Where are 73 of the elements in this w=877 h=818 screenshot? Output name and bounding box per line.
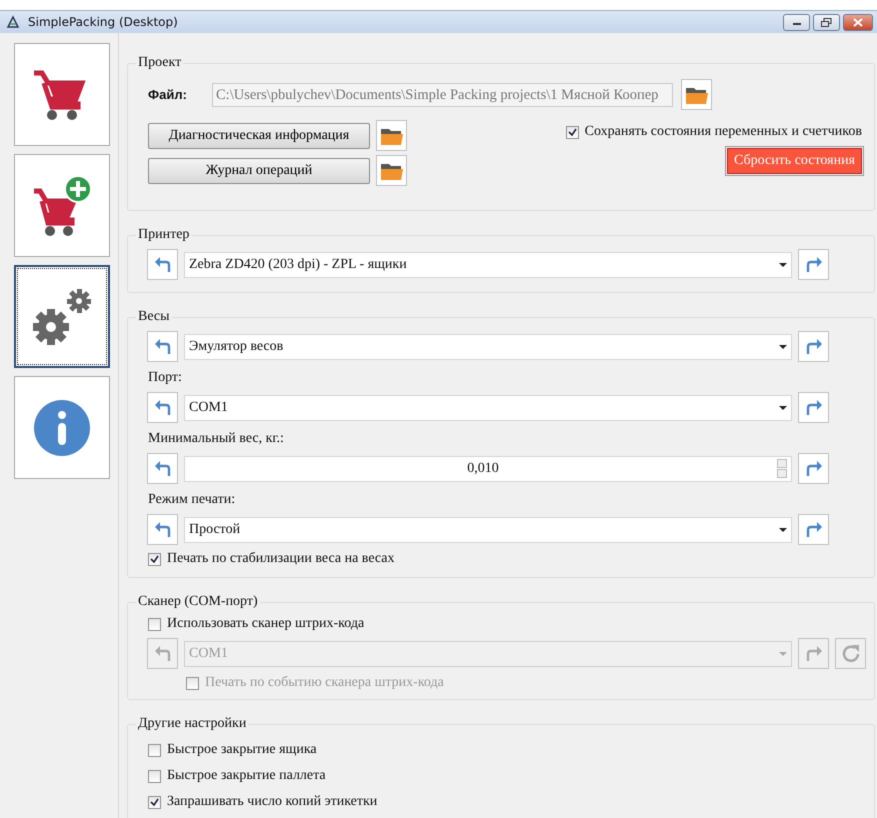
- redo-button[interactable]: [798, 453, 829, 484]
- file-label: Файл:: [147, 87, 188, 102]
- redo-arrow-icon: [806, 460, 822, 476]
- refresh-icon: [840, 642, 862, 664]
- dropdown[interactable]: Простой: [184, 516, 792, 542]
- checkmark-icon: [568, 128, 577, 136]
- caret-icon: [779, 262, 787, 266]
- folder-button[interactable]: [376, 155, 407, 186]
- caret-icon: [779, 406, 787, 410]
- restore-button[interactable]: [813, 14, 840, 30]
- redo-button[interactable]: [798, 392, 829, 423]
- action-button[interactable]: Диагностическая информация: [148, 122, 370, 148]
- stabilization-checkbox[interactable]: Печать по стабилизации веса на весах: [148, 551, 866, 567]
- sidebar-cart-add-button[interactable]: [14, 154, 110, 257]
- field-label: Режим печати:: [148, 492, 236, 508]
- printer-dropdown[interactable]: Zebra ZD420 (203 dpi) - ZPL - ящики: [184, 252, 792, 278]
- dropdown[interactable]: Эмулятор весов: [184, 334, 792, 360]
- info-icon: [34, 400, 90, 456]
- checkmark-icon: [150, 798, 159, 806]
- minimize-button[interactable]: [783, 14, 810, 30]
- group-title: Другие настройки: [137, 716, 248, 732]
- sidebar-info-button[interactable]: [14, 376, 110, 479]
- folder-icon: [380, 126, 402, 144]
- dropdown[interactable]: COM1: [184, 394, 792, 420]
- caret-icon: [779, 652, 787, 656]
- setting-checkbox[interactable]: Быстрое закрытие паллета: [148, 768, 866, 784]
- spinner-icon: [777, 459, 787, 478]
- redo-arrow-icon: [806, 338, 822, 354]
- folder-icon: [380, 162, 402, 180]
- app-icon: [6, 15, 20, 29]
- setting-checkbox[interactable]: Быстрое закрытие ящика: [148, 742, 866, 758]
- action-button[interactable]: Журнал операций: [148, 158, 370, 184]
- redo-arrow-icon: [806, 256, 822, 272]
- undo-button[interactable]: [147, 453, 178, 484]
- redo-button[interactable]: [798, 249, 829, 280]
- sidebar-settings-button[interactable]: [14, 265, 110, 368]
- number-field[interactable]: 0,010: [184, 456, 792, 482]
- close-icon: [853, 18, 863, 26]
- scanner-checkbox[interactable]: Использовать сканер штрих-кода: [148, 616, 866, 632]
- undo-arrow-icon: [154, 400, 170, 416]
- undo-button[interactable]: [147, 392, 178, 423]
- save-state-checkbox[interactable]: Сохранять состояния переменных и счетчиков: [566, 124, 862, 140]
- folder-button[interactable]: [681, 79, 712, 110]
- undo-arrow-icon: [154, 460, 170, 476]
- redo-button[interactable]: [798, 514, 829, 545]
- field-label: Минимальный вес, кг.:: [148, 431, 285, 447]
- window-title: SimplePacking (Desktop): [28, 15, 178, 29]
- group-title: Проект: [137, 55, 182, 71]
- caret-icon: [779, 344, 787, 348]
- checkmark-icon: [150, 554, 159, 564]
- redo-arrow-icon: [806, 522, 822, 538]
- group-title: Сканер (COM-порт): [137, 594, 259, 610]
- restore-icon: [821, 18, 832, 26]
- redo-arrow-icon: [806, 646, 822, 662]
- group-title: Весы: [137, 309, 171, 325]
- sidebar-cart-button[interactable]: [14, 43, 110, 146]
- redo-arrow-icon: [806, 400, 822, 416]
- setting-checkbox[interactable]: Запрашивать число копий этикетки: [148, 794, 866, 810]
- redo-button[interactable]: [798, 331, 829, 362]
- undo-arrow-icon: [154, 646, 170, 662]
- field-label: Порт:: [148, 370, 183, 386]
- undo-button[interactable]: [147, 331, 178, 362]
- undo-arrow-icon: [154, 256, 170, 272]
- caret-icon: [779, 528, 787, 532]
- undo-arrow-icon: [154, 522, 170, 538]
- close-button[interactable]: [843, 14, 873, 30]
- file-path-field[interactable]: C:\Users\pbulychev\Documents\Simple Packing projects\1 Мясной Коопер: [212, 82, 673, 106]
- group-title: Принтер: [137, 227, 190, 243]
- undo-arrow-icon: [154, 338, 170, 354]
- undo-button[interactable]: [147, 249, 178, 280]
- folder-button[interactable]: [376, 120, 407, 151]
- folder-icon: [686, 86, 708, 104]
- undo-button[interactable]: [147, 514, 178, 545]
